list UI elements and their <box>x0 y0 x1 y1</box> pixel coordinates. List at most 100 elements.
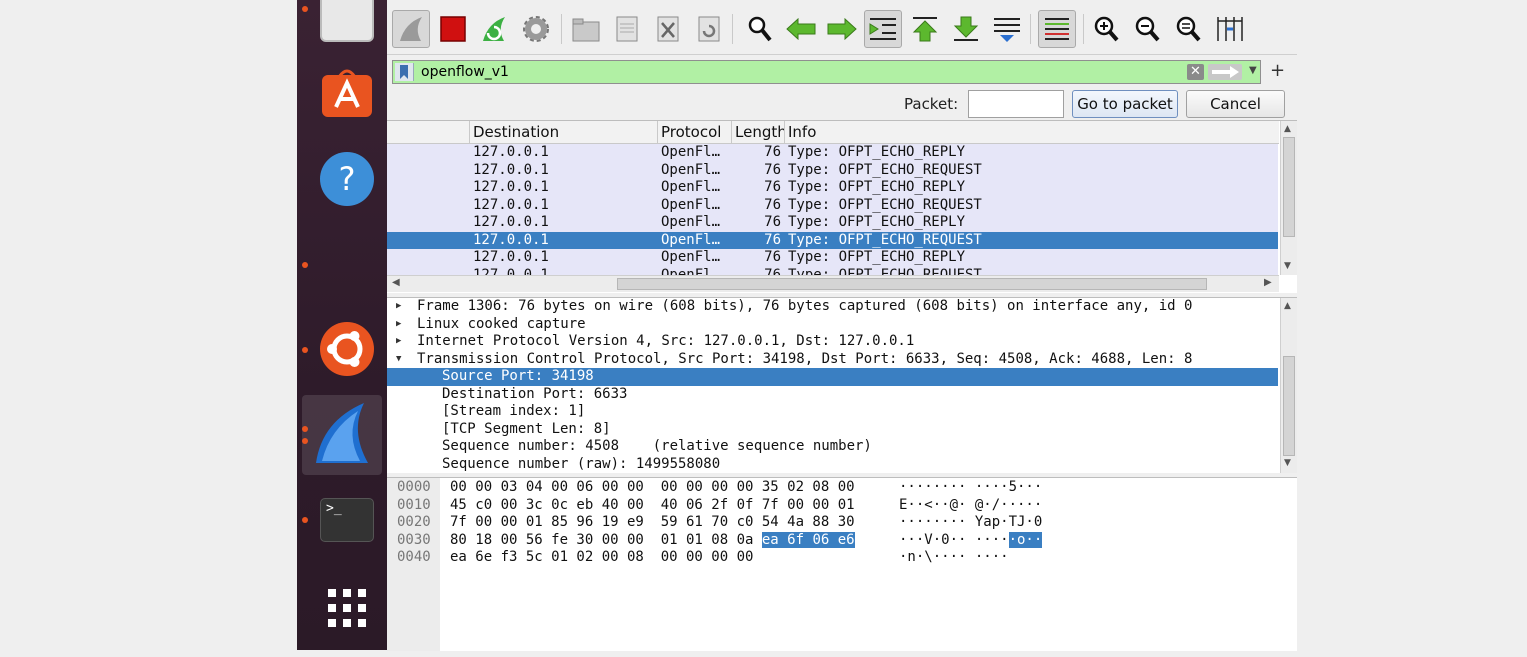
hex-bytes[interactable]: ea 6e f3 5c 01 02 00 08 00 00 00 00 <box>450 549 753 567</box>
dock-item-ubuntu[interactable] <box>302 310 382 390</box>
add-filter-button[interactable]: + <box>1270 60 1285 81</box>
ascii-bytes[interactable]: ·n·\···· ···· <box>899 549 1009 567</box>
ubuntu-icon <box>320 322 374 376</box>
go-forward-button[interactable] <box>823 10 861 48</box>
filter-history-dropdown[interactable]: ▼ <box>1249 65 1257 76</box>
hex-bytes[interactable]: 45 c0 00 3c 0c eb 40 00 40 06 2f 0f 7f 0… <box>450 497 855 515</box>
start-capture-button[interactable] <box>392 10 430 48</box>
zoom-in-button[interactable] <box>1087 10 1125 48</box>
filter-bookmark-button[interactable] <box>395 63 414 81</box>
ascii-bytes[interactable]: E··<··@· @·/····· <box>899 497 1042 515</box>
find-packet-button[interactable] <box>741 10 779 48</box>
detail-row[interactable]: Sequence number: 4508 (relative sequence… <box>387 438 1278 456</box>
detail-text: Destination Port: 6633 <box>442 385 628 402</box>
column-header-destination[interactable]: Destination <box>469 121 657 143</box>
dock-item-terminal[interactable]: >_ <box>302 480 382 560</box>
detail-row[interactable]: Sequence number (raw): 1499558080 <box>387 456 1278 474</box>
dock-item-help[interactable]: ? <box>302 140 382 220</box>
detail-row[interactable]: [TCP Segment Len: 8] <box>387 421 1278 439</box>
go-to-packet-submit-button[interactable]: Go to packet <box>1072 90 1178 118</box>
packet-list-hscroll[interactable]: ◀ ▶ <box>387 275 1279 292</box>
packet-list-vscroll[interactable]: ▲ ▼ <box>1280 121 1297 275</box>
chevron-right-icon[interactable]: ▶ <box>396 333 401 350</box>
apply-filter-button[interactable] <box>1208 64 1242 80</box>
display-filter-input[interactable] <box>421 62 1181 82</box>
scroll-thumb[interactable] <box>1283 137 1295 237</box>
zoom-reset-icon <box>1176 16 1201 42</box>
go-to-packet-button[interactable] <box>864 10 902 48</box>
cell-info: Type: OFPT_ECHO_REQUEST <box>788 161 982 178</box>
packet-details-vscroll[interactable]: ▲ ▼ <box>1280 298 1297 473</box>
table-row[interactable]: 127.0.0.1 OpenFl… 76 Type: OFPT_ECHO_REPLY <box>387 179 1278 197</box>
running-indicator <box>302 438 308 444</box>
capture-options-button[interactable] <box>517 10 555 48</box>
reload-file-button[interactable] <box>690 10 728 48</box>
normal-size-button[interactable] <box>1169 10 1207 48</box>
table-row[interactable]: 127.0.0.1 OpenFl… 76 Type: OFPT_ECHO_REPLY <box>387 249 1278 267</box>
save-file-button[interactable] <box>608 10 646 48</box>
packet-number-label: Packet: <box>904 95 959 113</box>
cell-length: 76 <box>764 231 781 248</box>
detail-row[interactable]: ▼ Transmission Control Protocol, Src Port… <box>387 351 1278 369</box>
toolbar-separator <box>1030 14 1031 44</box>
cell-info: Type: OFPT_ECHO_REPLY <box>788 214 966 230</box>
table-row[interactable]: 127.0.0.1 OpenFl… 76 Type: OFPT_ECHO_REQUES… <box>387 231 1278 249</box>
open-file-button[interactable] <box>567 10 605 48</box>
hex-bytes[interactable]: 80 18 00 56 fe 30 00 00 01 01 08 0a ea 6… <box>450 531 855 550</box>
scroll-thumb[interactable] <box>1283 356 1295 456</box>
resize-columns-button[interactable] <box>1211 10 1249 48</box>
packet-number-input[interactable] <box>968 90 1064 118</box>
zoom-out-button[interactable] <box>1128 10 1166 48</box>
table-row[interactable]: 127.0.0.1 OpenFl… 76 Type: OFPT_ECHO_REQUES… <box>387 266 1278 276</box>
go-back-button[interactable] <box>782 10 820 48</box>
ascii-bytes[interactable]: ········ ····5··· <box>899 479 1042 497</box>
ascii-bytes[interactable]: ···V·0·· ·····o·· <box>899 531 1043 550</box>
table-row[interactable]: 127.0.0.1 OpenFl… 76 Type: OFPT_ECHO_REQUES… <box>387 196 1278 214</box>
dock-item-wireshark[interactable] <box>302 395 382 475</box>
cell-length: 76 <box>764 266 781 276</box>
chevron-down-icon[interactable]: ▼ <box>396 351 401 368</box>
last-packet-button[interactable] <box>947 10 985 48</box>
hex-selected: ea 6f 06 e6 <box>761 531 855 548</box>
chevron-right-icon[interactable]: ▶ <box>396 298 401 315</box>
table-row[interactable]: 127.0.0.1 OpenFl… 76 Type: OFPT_ECHO_REPLY <box>387 214 1278 232</box>
cell-info: Type: OFPT_ECHO_REQUEST <box>788 196 982 213</box>
cell-protocol: OpenFl… <box>661 231 721 248</box>
chevron-right-icon[interactable]: ▶ <box>396 316 401 333</box>
cancel-button[interactable]: Cancel <box>1186 90 1285 118</box>
ascii-bytes[interactable]: ········ Yap·TJ·0 <box>899 514 1042 532</box>
cell-protocol: OpenFl… <box>661 214 721 230</box>
dock-item-software[interactable] <box>302 53 382 133</box>
column-header-info[interactable]: Info <box>784 121 1279 143</box>
cell-protocol: OpenFl… <box>661 196 721 213</box>
detail-row[interactable]: [Stream index: 1] <box>387 403 1278 421</box>
colorize-button[interactable] <box>1038 10 1076 48</box>
gear-icon <box>523 16 549 42</box>
auto-scroll-button[interactable] <box>988 10 1026 48</box>
restart-capture-button[interactable] <box>475 10 513 48</box>
detail-row[interactable]: Destination Port: 6633 <box>387 386 1278 404</box>
close-file-button[interactable] <box>649 10 687 48</box>
detail-row[interactable]: ▶ Frame 1306: 76 bytes on wire (608 bits)… <box>387 298 1278 316</box>
cell-info: Type: OFPT_ECHO_REPLY <box>788 144 966 160</box>
table-row[interactable]: 127.0.0.1 OpenFl… 76 Type: OFPT_ECHO_REQUES… <box>387 161 1278 179</box>
column-header-protocol[interactable]: Protocol <box>657 121 731 143</box>
colorize-icon <box>1045 18 1069 40</box>
scroll-thumb[interactable] <box>617 278 1207 290</box>
terminal-icon: >_ <box>320 498 374 542</box>
hex-bytes[interactable]: 00 00 03 04 00 06 00 00 00 00 00 00 35 0… <box>450 479 855 497</box>
dock-item-app-grid[interactable] <box>302 570 382 650</box>
help-icon: ? <box>320 152 374 206</box>
column-header-length[interactable]: Length <box>731 121 784 143</box>
dock-item-files[interactable] <box>302 0 382 42</box>
clear-filter-button[interactable]: ✕ <box>1187 64 1204 80</box>
table-row[interactable]: 127.0.0.1 OpenFl… 76 Type: OFPT_ECHO_REPLY <box>387 144 1278 162</box>
hex-bytes[interactable]: 7f 00 00 01 85 96 19 e9 59 61 70 c0 54 4… <box>450 514 855 532</box>
detail-row[interactable]: ▶ Internet Protocol Version 4, Src: 127.0… <box>387 333 1278 351</box>
detail-row[interactable]: ▶ Linux cooked capture <box>387 316 1278 334</box>
running-indicator <box>302 517 308 523</box>
arrow-right-icon <box>1212 66 1239 78</box>
stop-capture-button[interactable] <box>434 10 472 48</box>
first-packet-button[interactable] <box>906 10 944 48</box>
detail-row[interactable]: Source Port: 34198 <box>387 368 1278 386</box>
